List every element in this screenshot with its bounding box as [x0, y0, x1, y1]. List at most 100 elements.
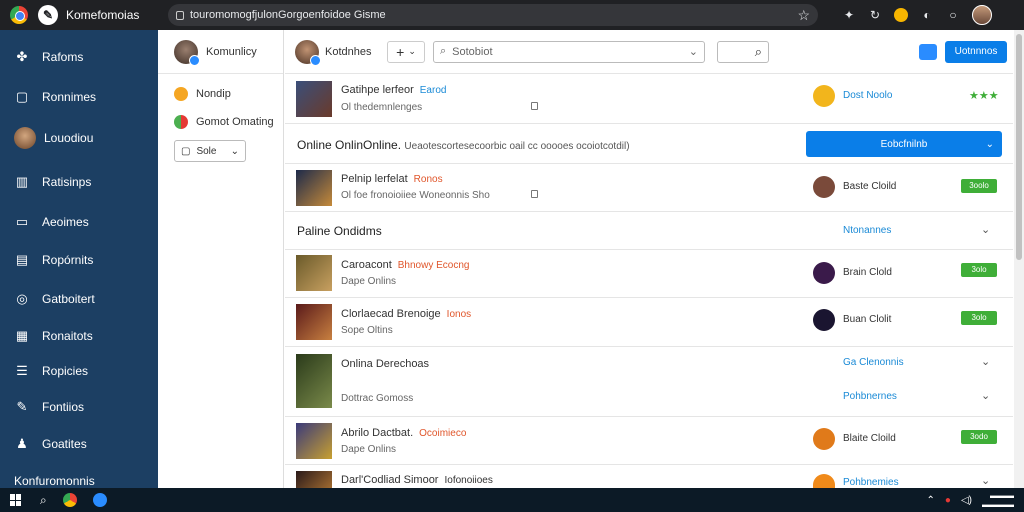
- windows-start-icon[interactable]: [10, 494, 22, 506]
- game-thumbnail: [296, 170, 332, 206]
- section-link[interactable]: Ntonannes: [843, 225, 891, 236]
- game-name: Pelnip lerfelat Ronos: [341, 173, 443, 185]
- section-link-2[interactable]: Pohbnernes: [843, 391, 897, 402]
- list-item[interactable]: Pelnip lerfelat Ronos Ol foe fronoioiiee …: [285, 164, 1013, 212]
- sidebar-item-ronnimes[interactable]: ▢ Ronnimes: [0, 82, 158, 112]
- rating-stars: ★★★: [969, 90, 999, 102]
- list-item[interactable]: Caroacont Bhnowy Ecocng Dape Onlins Brain…: [285, 250, 1013, 298]
- extension-puzzle-icon[interactable]: ✦: [842, 8, 856, 22]
- badge-icon: [813, 309, 835, 331]
- chrome-logo-icon[interactable]: [10, 6, 28, 24]
- globe-icon: ◎: [16, 291, 28, 306]
- sidebar-item-louodiou[interactable]: Louodiou: [0, 123, 158, 153]
- app-logo-icon[interactable]: ✎: [38, 5, 58, 25]
- tray-app-icon[interactable]: ●: [945, 495, 951, 506]
- search-input[interactable]: ⌕ Sotobiot ⌄: [433, 40, 705, 63]
- sort-dropdown[interactable]: ▢ Sole ⌄: [174, 140, 246, 162]
- speaker-icon[interactable]: ◁): [961, 495, 972, 506]
- sidebar-item-label: Goatites: [42, 437, 87, 451]
- browser-toolbar: ✎ Komefomoias touromomogfjulonGorgoenfoi…: [0, 0, 1024, 30]
- profile-ring-icon[interactable]: ○: [946, 8, 960, 22]
- primary-button[interactable]: Uotnnnos: [945, 40, 1007, 63]
- search-icon[interactable]: ⌕: [40, 493, 47, 508]
- chevron-down-icon[interactable]: ⌄: [981, 474, 990, 487]
- game-thumbnail: [296, 471, 332, 488]
- sidebar-item-ronaitots[interactable]: ▦ Ronaitots: [0, 321, 158, 351]
- chevron-down-icon[interactable]: ⌄: [981, 389, 990, 402]
- sidebar-item-roparnits[interactable]: ▤ Ropórnits: [0, 245, 158, 275]
- search-button[interactable]: ⌕: [717, 40, 769, 63]
- game-subtitle: Ol thedemnlenges: [341, 102, 423, 113]
- chevron-down-icon: ⌄: [230, 145, 239, 157]
- sidebar-item-ropicies[interactable]: ☰ Ropicies: [0, 356, 158, 386]
- section-action-button[interactable]: Eobcfnilnb ⌄: [806, 131, 1002, 157]
- person-icon: ♟: [16, 436, 28, 451]
- sidebar-item-ratisinps[interactable]: ▥ Ratisinps: [0, 167, 158, 197]
- panel-item-nondip[interactable]: Nondip: [158, 80, 283, 108]
- section-label: Paline Ondidms: [297, 224, 382, 238]
- section-sublabel: Dottrac Gomoss: [341, 393, 414, 404]
- doc-icon: ▤: [15, 252, 29, 267]
- avatar: [174, 39, 200, 66]
- sidebar-item-goatites[interactable]: ♟ Goatites: [0, 429, 158, 459]
- game-subtitle: Sope Oltins: [341, 325, 393, 336]
- badge-icon: [813, 428, 835, 450]
- chevron-up-icon[interactable]: ⌃: [927, 495, 935, 506]
- game-subtitle: Dape Onlins: [341, 276, 397, 287]
- main-content: Kotdnhes + ⌄ ⌕ Sotobiot ⌄ ⌕ Uotnnnos Gat…: [285, 30, 1013, 488]
- sidebar-item-label: Ronaitots: [42, 329, 93, 343]
- dark-mode-icon[interactable]: ◐: [920, 8, 934, 22]
- sidebar-item-label: Ronnimes: [42, 90, 97, 104]
- section-derechoas: Onlina Derechoas Dottrac Gomoss Ga Cleno…: [285, 347, 1013, 417]
- refresh-icon[interactable]: ↻: [868, 8, 882, 22]
- scrollbar-thumb[interactable]: [1016, 34, 1022, 260]
- game-thumbnail: [296, 81, 332, 117]
- panel-item-gomot[interactable]: Gomot Omating: [158, 108, 283, 136]
- sidebar-footer-label[interactable]: Konfuromonnis: [14, 474, 95, 488]
- community-panel: Komunlicy Nondip Gomot Omating ▢ Sole ⌄: [158, 30, 284, 488]
- section-online: Online OnlinOnline. Ueaotescortesecoorbi…: [285, 124, 1013, 164]
- chevron-down-icon[interactable]: ⌄: [981, 223, 990, 236]
- sidebar-item-label: Fontiios: [42, 400, 85, 414]
- left-sidebar: ✤ Rafoms ▢ Ronnimes Louodiou ▥ Ratisinps…: [0, 30, 158, 488]
- chrome-taskbar-icon[interactable]: [62, 493, 77, 507]
- list-item[interactable]: Clorlaecad Brenoige Ionos Sope Oltins Bua…: [285, 298, 1013, 347]
- puzzle-icon: ✤: [16, 49, 28, 64]
- clock[interactable]: ▬▬▬ ▬▬▬▬: [982, 491, 1014, 509]
- game-thumbnail: [296, 354, 332, 408]
- sidebar-item-rafoms[interactable]: ✤ Rafoms: [0, 42, 158, 72]
- add-button[interactable]: + ⌄: [387, 40, 425, 63]
- badge-icon: [813, 262, 835, 284]
- badge-icon: [813, 85, 835, 107]
- section-link[interactable]: Pohbnemies: [843, 477, 899, 488]
- chevron-down-icon[interactable]: ⌄: [981, 355, 990, 368]
- edge-taskbar-icon[interactable]: [92, 493, 107, 507]
- game-status: Buan Clolit: [843, 314, 892, 325]
- list-item[interactable]: Darl'Codliad Simoor Iofonoiioes Pohbnemie…: [285, 465, 1013, 488]
- address-bar[interactable]: touromomogfjulonGorgoenfoidoe Gisme ☆: [168, 4, 818, 26]
- sidebar-item-aeoimes[interactable]: ▭ Aeoimes: [0, 207, 158, 237]
- sidebar-item-label: Ropicies: [42, 364, 89, 378]
- list-icon: ☰: [16, 363, 28, 378]
- sidebar-item-gatboitert[interactable]: ◎ Gatboitert: [0, 284, 158, 314]
- status-badge: 3olo: [961, 311, 997, 325]
- panel-header: Komunlicy: [158, 30, 283, 74]
- scrollbar[interactable]: [1014, 30, 1024, 488]
- copy-icon[interactable]: [531, 102, 538, 110]
- list-item[interactable]: Gatihpe lerfeor Earod Ol thedemnlenges Do…: [285, 74, 1013, 124]
- sidebar-item-fontiios[interactable]: ✎ Fontiios: [0, 392, 158, 422]
- sidebar-item-label: Louodiou: [44, 131, 94, 145]
- user-avatar[interactable]: [972, 5, 992, 25]
- panel-item-label: Nondip: [196, 88, 231, 100]
- sidebar-item-label: Ropórnits: [42, 253, 94, 267]
- square-icon: ▢: [15, 89, 29, 104]
- extension-orange-icon[interactable]: [894, 8, 908, 22]
- messenger-icon[interactable]: [919, 43, 937, 60]
- avatar: [14, 127, 36, 149]
- section-link[interactable]: Ga Clenonnis: [843, 357, 904, 368]
- bookmark-star-icon[interactable]: ☆: [797, 7, 810, 24]
- copy-icon[interactable]: [531, 190, 538, 198]
- main-header: Kotdnhes + ⌄ ⌕ Sotobiot ⌄ ⌕ Uotnnnos: [285, 30, 1013, 74]
- badge-icon: [813, 176, 835, 198]
- list-item[interactable]: Abrilo Dactbat. Ocoimieco Dape Onlins Bla…: [285, 417, 1013, 465]
